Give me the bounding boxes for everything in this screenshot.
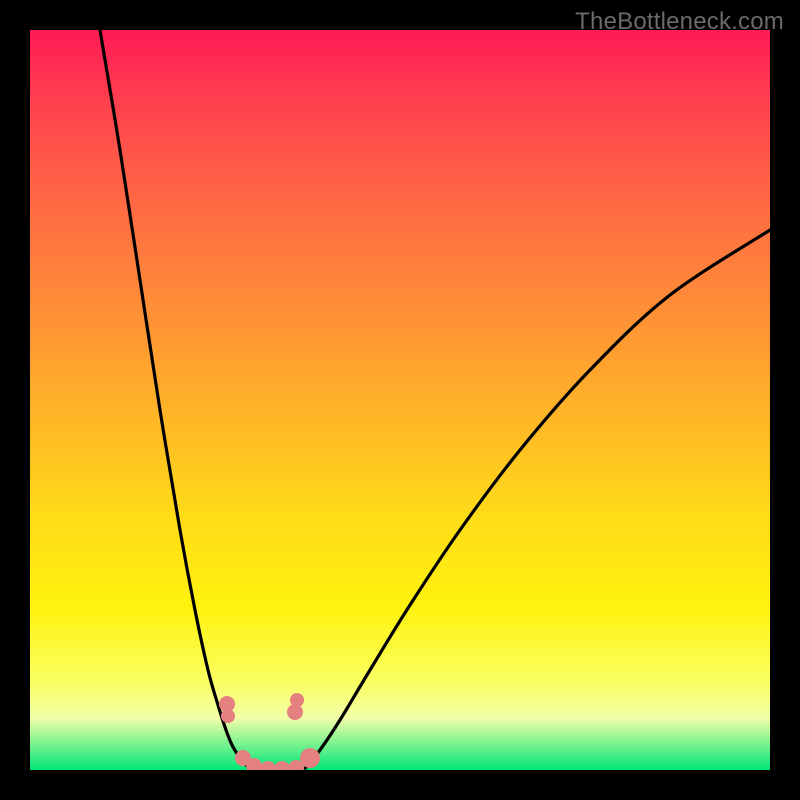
marker-dot (274, 761, 290, 770)
marker-dot (300, 748, 320, 768)
curve-layer (30, 30, 770, 770)
marker-dot (260, 761, 276, 770)
marker-dot (221, 709, 235, 723)
curve-markers (219, 693, 320, 770)
bottleneck-curve (100, 30, 770, 770)
chart-area (30, 30, 770, 770)
marker-dot (290, 693, 304, 707)
watermark-text: TheBottleneck.com (575, 8, 784, 36)
